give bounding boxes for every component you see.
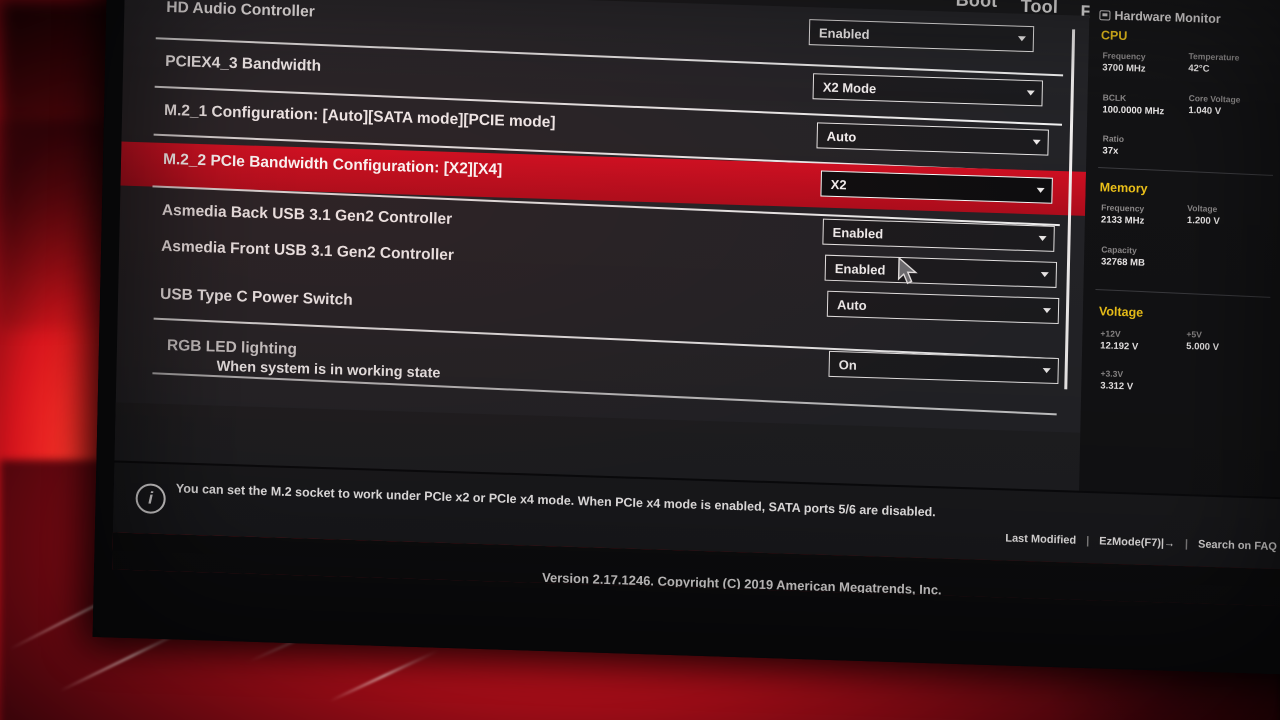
hwm-section-memory: Memory (1099, 180, 1148, 196)
setting-dropdown[interactable]: Auto (816, 122, 1049, 156)
setting-label: RGB LED lighting (166, 337, 298, 359)
hwm-key-mem-frequency: Frequency (1101, 202, 1145, 214)
setting-label: HD Audio Controller (166, 0, 315, 21)
hwm-key-core-voltage: Core Voltage (1188, 93, 1241, 105)
hwm-section-cpu: CPU (1100, 28, 1128, 44)
hwm-key-bclk: BCLK (1102, 92, 1127, 104)
setting-dropdown[interactable]: On (828, 350, 1059, 385)
chevron-down-icon (1038, 235, 1047, 242)
hwm-section-voltage: Voltage (1098, 304, 1144, 320)
dropdown-value: Enabled (834, 260, 886, 278)
setting-label: M.2_1 Configuration: [Auto][SATA mode][P… (163, 101, 556, 132)
hwm-val-12v: 12.192 V (1100, 340, 1139, 353)
hwm-val-mem-frequency: 2133 MHz (1100, 214, 1145, 227)
setting-dropdown[interactable]: Enabled (808, 19, 1035, 53)
monitor-icon (1099, 10, 1111, 21)
dropdown-value: X2 Mode (822, 79, 877, 96)
setting-label: USB Type C Power Switch (159, 285, 353, 309)
hwm-key-mem-capacity: Capacity (1101, 244, 1137, 256)
dropdown-value: Auto (836, 296, 867, 313)
monitor: ▿ EZ Tuning Wizard(F11) ? Hot Keys █ AUR… (92, 0, 1280, 675)
hwm-key-ratio: Ratio (1102, 133, 1125, 145)
setting-dropdown[interactable]: X2 Mode (812, 73, 1044, 107)
hwm-key-mem-voltage: Voltage (1187, 203, 1218, 214)
hwm-val-mem-voltage: 1.200 V (1186, 215, 1220, 228)
hwm-val-bclk: 100.0000 MHz (1102, 104, 1165, 118)
hwm-val-cpu-temperature: 42°C (1188, 62, 1210, 75)
ez-mode-button[interactable]: EzMode(F7)|→ (1099, 535, 1175, 549)
hwm-divider (1098, 166, 1273, 176)
setting-dropdown[interactable]: Auto (826, 290, 1060, 325)
hardware-monitor-panel: Hardware Monitor CPU Frequency 3700 MHz … (1078, 0, 1280, 535)
setting-dropdown[interactable]: Enabled (824, 254, 1058, 288)
setting-label: Asmedia Front USB 3.1 Gen2 Controller (160, 237, 455, 265)
setting-label: M.2_2 PCIe Bandwidth Configuration: [X2]… (162, 150, 503, 179)
search-on-faq-button[interactable]: Search on FAQ (1198, 539, 1277, 553)
setting-dropdown-selected[interactable]: X2 (820, 170, 1053, 204)
dropdown-value: On (838, 356, 857, 373)
hwm-key-5v: +5V (1186, 329, 1202, 340)
bios-screen: ▿ EZ Tuning Wizard(F11) ? Hot Keys █ AUR… (112, 0, 1280, 607)
hwm-key-cpu-frequency: Frequency (1102, 50, 1146, 62)
setting-label: Asmedia Back USB 3.1 Gen2 Controller (161, 201, 453, 228)
hwm-val-33v: 3.312 V (1100, 380, 1134, 393)
hwm-divider (1095, 288, 1271, 298)
status-separator: | (1086, 535, 1090, 548)
hwm-key-cpu-temperature: Temperature (1188, 51, 1240, 63)
chevron-down-icon (1042, 308, 1052, 314)
hardware-monitor-title-label: Hardware Monitor (1114, 8, 1221, 26)
chevron-down-icon (1032, 139, 1041, 145)
chevron-down-icon (1026, 90, 1035, 96)
hwm-val-cpu-frequency: 3700 MHz (1102, 62, 1146, 75)
hwm-val-ratio: 37x (1102, 145, 1119, 157)
hardware-monitor-title: Hardware Monitor (1099, 8, 1221, 26)
info-icon: i (135, 483, 166, 515)
dropdown-value: X2 (830, 176, 847, 192)
hwm-key-33v: +3.3V (1100, 368, 1124, 380)
photo-scene: ▿ EZ Tuning Wizard(F11) ? Hot Keys █ AUR… (0, 0, 1280, 720)
hwm-val-mem-capacity: 32768 MB (1100, 256, 1146, 269)
status-bar: Last Modified | EzMode(F7)|→ | Search on… (1005, 532, 1277, 553)
chevron-down-icon (1040, 271, 1049, 278)
hwm-val-5v: 5.000 V (1186, 341, 1220, 354)
status-separator: | (1184, 538, 1189, 551)
chevron-down-icon (1036, 187, 1045, 194)
mouse-cursor (897, 256, 918, 285)
dropdown-value: Enabled (818, 24, 870, 42)
dropdown-value: Enabled (832, 224, 884, 241)
hwm-key-12v: +12V (1100, 328, 1121, 339)
dropdown-value: Auto (826, 128, 857, 145)
chevron-down-icon (1042, 368, 1051, 374)
hwm-val-core-voltage: 1.040 V (1188, 105, 1222, 118)
chevron-down-icon (1017, 36, 1026, 42)
setting-dropdown[interactable]: Enabled (822, 218, 1055, 252)
last-modified-button[interactable]: Last Modified (1005, 532, 1076, 546)
setting-label: PCIEX4_3 Bandwidth (165, 52, 322, 75)
